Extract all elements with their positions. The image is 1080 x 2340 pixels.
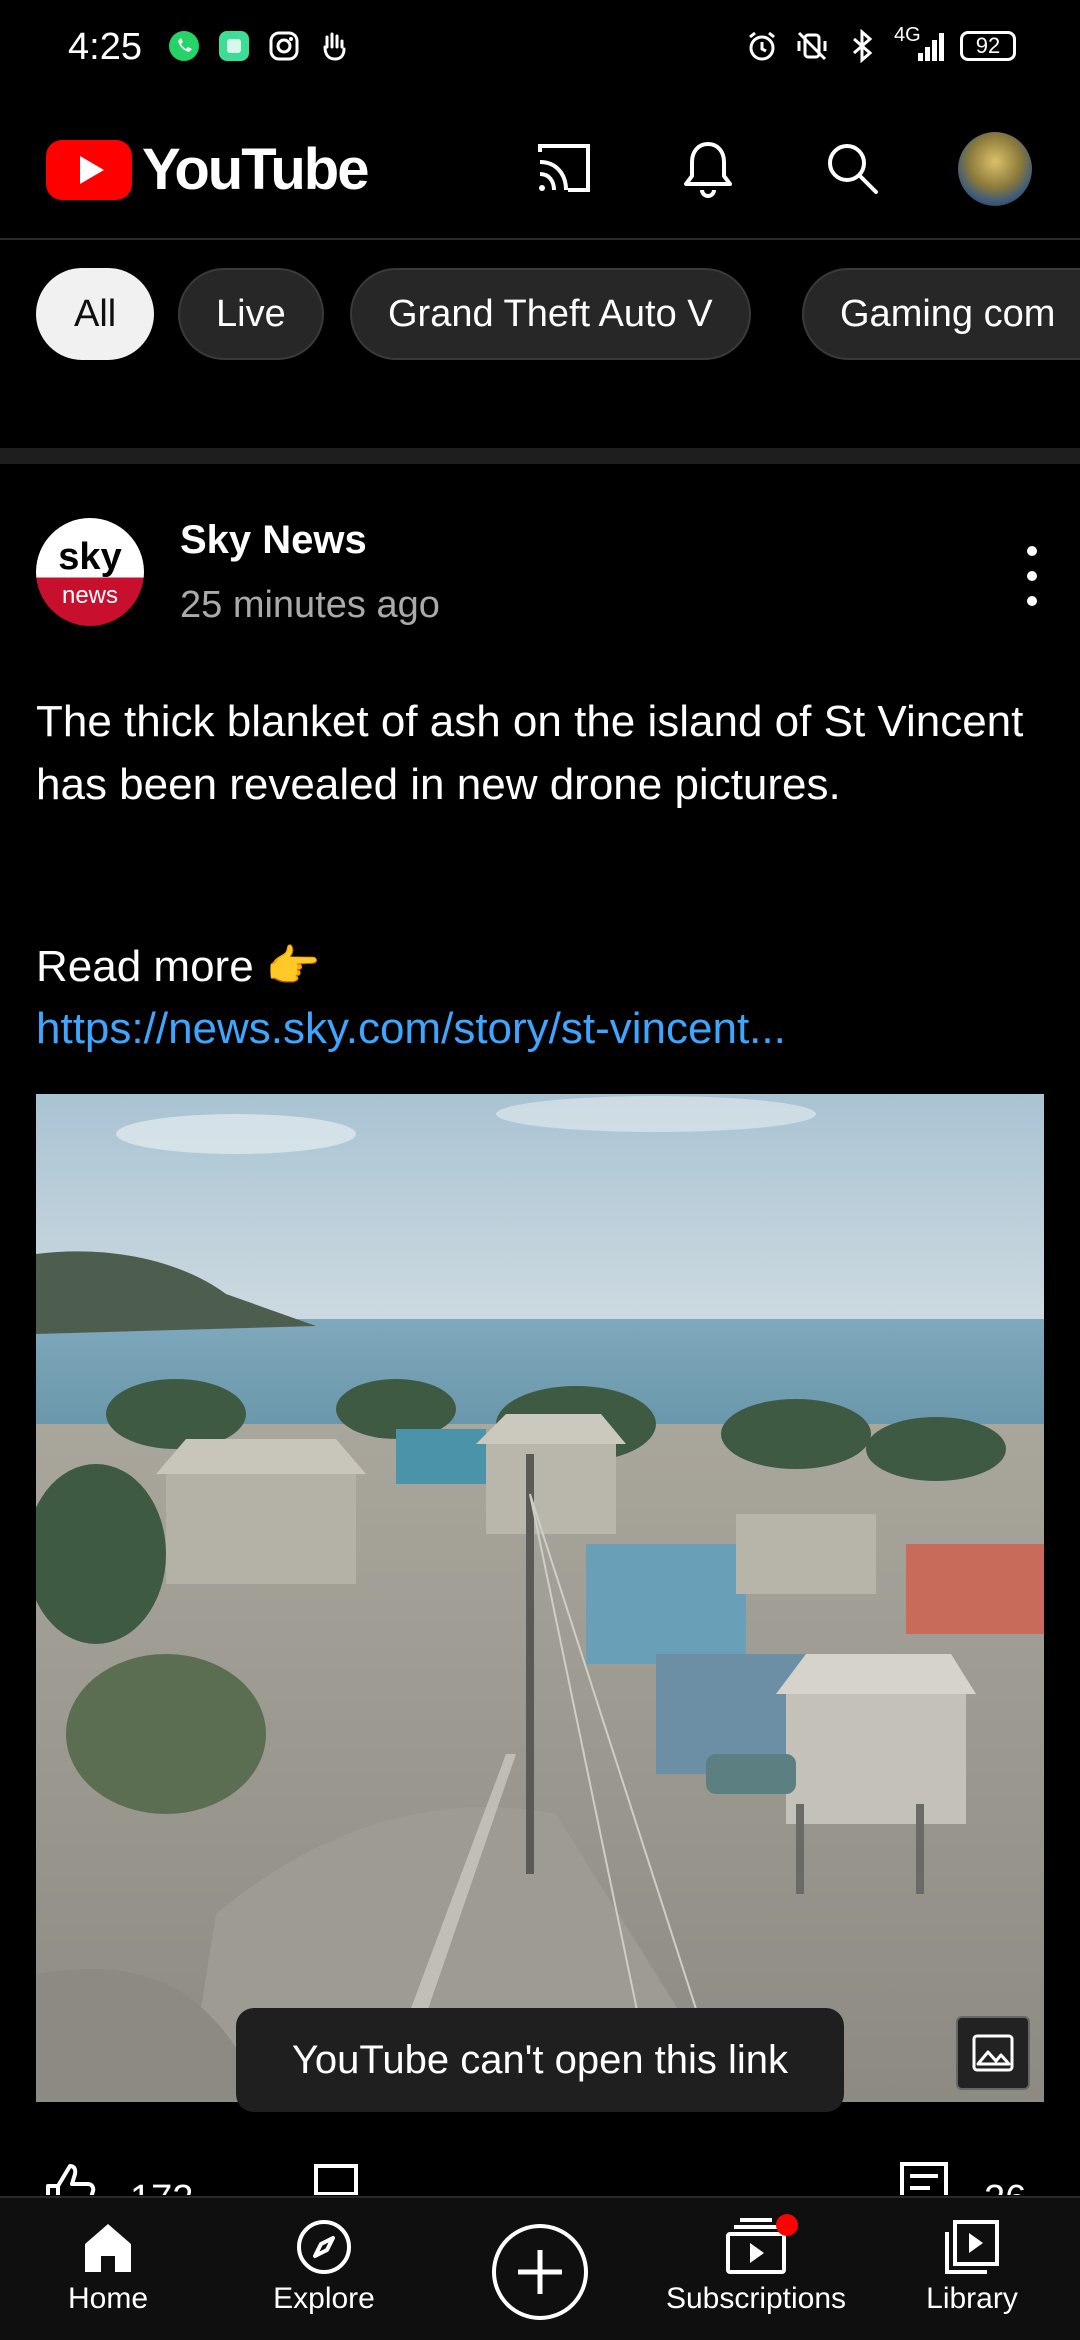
like-icon[interactable]	[40, 2160, 100, 2195]
channel-name[interactable]: Sky News	[180, 518, 367, 563]
chip-all[interactable]: All	[36, 268, 155, 360]
ash-covered-village-photo	[36, 1094, 1044, 2102]
cast-icon[interactable]	[528, 132, 600, 204]
more-options-icon[interactable]	[1010, 546, 1054, 606]
signal-icon: 4G	[894, 24, 946, 64]
bell-icon[interactable]	[672, 132, 744, 204]
comment-icon[interactable]	[896, 2160, 952, 2195]
post-text: The thick blanket of ash on the island o…	[36, 697, 1024, 809]
dislike-icon[interactable]	[306, 2160, 366, 2195]
avatar[interactable]	[958, 132, 1032, 206]
comment-count: 26	[984, 2178, 1026, 2195]
notification-icons	[166, 28, 352, 64]
nav-explore-label: Explore	[273, 2282, 375, 2315]
plus-icon	[518, 2250, 562, 2294]
read-more-text: Read more 👉	[36, 942, 321, 991]
instagram-icon	[266, 28, 302, 64]
system-icons: 4G 92	[744, 24, 1016, 64]
like-count: 172	[130, 2178, 193, 2195]
network-type: 4G	[894, 24, 921, 46]
alarm-icon	[744, 28, 780, 64]
battery-icon: 92	[960, 31, 1016, 61]
channel-avatar-logo-top: sky	[58, 536, 122, 578]
channel-avatar-logo-bottom: news	[61, 582, 119, 609]
post-actions: 172 26	[0, 2150, 1080, 2195]
gesture-icon	[316, 28, 352, 64]
section-divider	[0, 448, 1080, 464]
bluetooth-icon	[844, 28, 880, 64]
post-timestamp: 25 minutes ago	[180, 584, 440, 626]
image-gallery-icon[interactable]	[956, 2016, 1030, 2090]
chip-gaming[interactable]: Gaming com	[802, 268, 1080, 360]
post-link[interactable]: https://news.sky.com/story/st-vincent...	[36, 1004, 786, 1054]
status-time: 4:25	[68, 26, 142, 68]
compass-icon	[297, 2220, 351, 2274]
nav-subscriptions[interactable]: Subscriptions	[665, 2214, 847, 2316]
youtube-play-icon	[46, 139, 132, 200]
nav-home[interactable]: Home	[18, 2218, 198, 2316]
chip-gta-v[interactable]: Grand Theft Auto V	[350, 268, 751, 360]
post-header: sky news Sky News 25 minutes ago	[0, 500, 1080, 650]
create-button[interactable]	[492, 2224, 588, 2320]
post-image[interactable]	[36, 1094, 1044, 2102]
nav-home-label: Home	[67, 2282, 149, 2315]
whatsapp-icon	[166, 28, 202, 64]
filter-chips: All Live Grand Theft Auto V Gaming com	[0, 268, 1080, 364]
bottom-nav: Home Explore Subscriptions Library	[0, 2196, 1080, 2340]
nav-subscriptions-label: Subscriptions	[665, 2282, 847, 2315]
nav-explore[interactable]: Explore	[234, 2218, 414, 2316]
notification-dot	[776, 2214, 798, 2236]
home-icon	[85, 2224, 131, 2272]
app-header: YouTube	[0, 96, 1080, 240]
youtube-logo[interactable]: YouTube	[46, 136, 369, 203]
toast-message: YouTube can't open this link	[236, 2008, 844, 2112]
app-icon	[216, 28, 252, 64]
search-icon[interactable]	[816, 132, 888, 204]
nav-library-label: Library	[926, 2282, 1018, 2315]
library-icon	[945, 2220, 999, 2274]
channel-avatar[interactable]: sky news	[36, 518, 144, 626]
logo-text: YouTube	[142, 137, 369, 202]
nav-library[interactable]: Library	[882, 2218, 1062, 2316]
status-bar: 4:25 4G 92	[0, 0, 1080, 96]
chip-live[interactable]: Live	[178, 268, 324, 360]
silent-icon	[794, 28, 830, 64]
